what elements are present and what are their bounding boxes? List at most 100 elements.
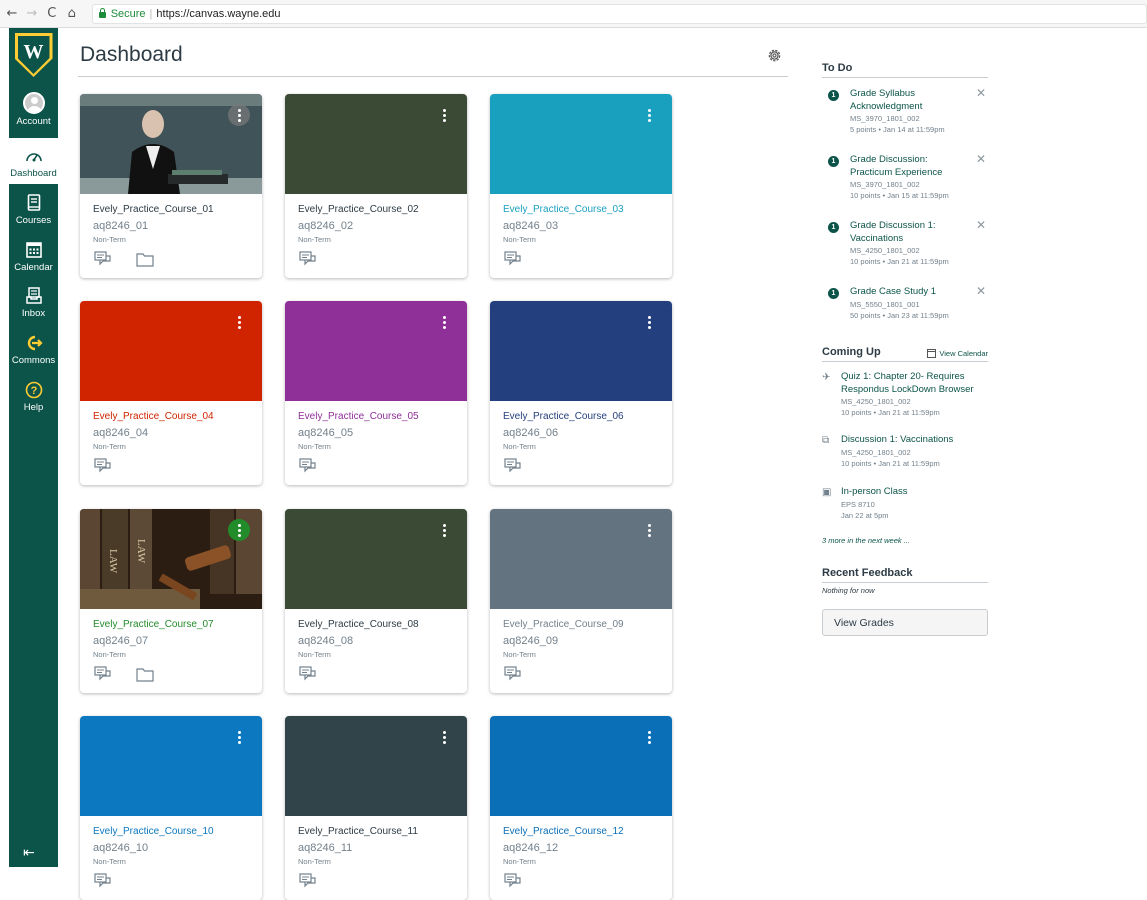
wayne-state-logo[interactable]: W [9,28,58,82]
card-options-icon[interactable] [228,104,250,126]
discussion-icon[interactable] [299,251,317,267]
forward-arrow-icon[interactable]: → [24,6,40,21]
card-options-icon[interactable] [228,311,250,333]
home-icon[interactable]: ⌂ [64,6,80,21]
discussion-icon[interactable] [94,873,112,889]
files-folder-icon[interactable] [136,251,154,267]
dismiss-close-icon[interactable]: ✕ [976,152,986,166]
view-calendar-link[interactable]: View Calendar [927,349,988,358]
course-term: Non-Term [503,857,536,866]
todo-course: MS_5550_1801_001 [850,299,920,309]
course-card[interactable]: Evely_Practice_Course_12 aq8246_12 Non-Ter… [490,716,672,900]
course-card[interactable]: Evely_Practice_Course_11 aq8246_11 Non-Ter… [285,716,467,900]
course-name-link[interactable]: Evely_Practice_Course_07 [93,619,214,630]
coming-up-item-title[interactable]: Quiz 1: Chapter 20- Requires Respondus L… [841,371,988,418]
card-options-icon[interactable] [228,726,250,748]
course-card[interactable]: Evely_Practice_Course_01 aq8246_01 Non-Ter… [80,94,262,278]
gnav-account[interactable]: Account [9,92,58,136]
gnav-label: Calendar [14,262,53,273]
gear-icon[interactable] [766,47,783,64]
discussion-icon[interactable] [94,251,112,267]
address-bar[interactable]: Secure | https://canvas.wayne.edu [91,3,1147,24]
course-name-link[interactable]: Evely_Practice_Course_08 [298,619,419,630]
coming-up-title-text[interactable]: Quiz 1: Chapter 20- Requires Respondus L… [841,371,988,396]
discussion-icon[interactable] [94,458,112,474]
back-arrow-icon[interactable]: ← [4,6,20,21]
course-name-link[interactable]: Evely_Practice_Course_03 [503,204,624,215]
course-card[interactable]: Evely_Practice_Course_09 aq8246_09 Non-Ter… [490,509,672,693]
card-options-icon[interactable] [433,726,455,748]
todo-item-title[interactable]: Grade Case Study 1 MS_5550_1801_001 50 poi… [850,286,960,321]
url-text[interactable]: https://canvas.wayne.edu [156,8,280,20]
discussion-icon[interactable] [504,873,522,889]
course-name-link[interactable]: Evely_Practice_Course_06 [503,411,624,422]
svg-text:?: ? [30,385,37,397]
card-options-icon[interactable] [433,311,455,333]
course-card[interactable]: Evely_Practice_Course_03 aq8246_03 Non-Ter… [490,94,672,278]
discussion-icon[interactable] [504,458,522,474]
todo-item-title[interactable]: Grade Discussion: Practicum Experience MS… [850,154,960,201]
more-upcoming-link[interactable]: 3 more in the next week ... [822,536,910,545]
course-card[interactable]: Evely_Practice_Course_05 aq8246_05 Non-Ter… [285,301,467,485]
logo-shield: W [14,33,53,77]
coming-up-item-title[interactable]: Discussion 1: Vaccinations MS_4250_1801_0… [841,434,988,469]
dismiss-close-icon[interactable]: ✕ [976,284,986,298]
gnav-courses[interactable]: Courses [9,193,58,229]
card-options-icon[interactable] [228,519,250,541]
course-card[interactable]: Evely_Practice_Course_06 aq8246_06 Non-Ter… [490,301,672,485]
coming-up-course: MS_4250_1801_002 [841,397,911,406]
course-name-link[interactable]: Evely_Practice_Course_09 [503,619,624,630]
discussion-icon[interactable] [299,873,317,889]
card-options-icon[interactable] [638,726,660,748]
course-name-link[interactable]: Evely_Practice_Course_02 [298,204,419,215]
todo-item-title[interactable]: Grade Syllabus Acknowledgment MS_3970_180… [850,88,960,135]
course-card[interactable]: LAW LAW Evely_Practice_Course_07 aq8246_07 N… [80,509,262,693]
coming-up-detail: 10 points • Jan 21 at 11:59pm [841,458,940,468]
coming-up-item-title[interactable]: In-person Class EPS 8710 Jan 22 at 5pm [841,486,988,521]
discussion-icon[interactable] [504,666,522,682]
course-term: Non-Term [93,857,126,866]
card-options-icon[interactable] [638,311,660,333]
course-name-link[interactable]: Evely_Practice_Course_11 [298,826,418,837]
course-name-link[interactable]: Evely_Practice_Course_10 [93,826,214,837]
todo-title-text[interactable]: Grade Discussion: Practicum Experience [850,154,960,179]
dismiss-close-icon[interactable]: ✕ [976,218,986,232]
todo-title-text[interactable]: Grade Syllabus Acknowledgment [850,88,960,113]
coming-up-course: MS_4250_1801_002 [841,447,911,457]
view-grades-button[interactable]: View Grades [822,609,988,636]
card-options-icon[interactable] [638,104,660,126]
course-card[interactable]: Evely_Practice_Course_04 aq8246_04 Non-Ter… [80,301,262,485]
card-options-icon[interactable] [638,519,660,541]
reload-icon[interactable]: C [44,6,60,21]
calendar-event-icon: ▣ [822,487,832,498]
todo-title-text[interactable]: Grade Case Study 1 [850,286,960,299]
course-term: Non-Term [503,650,536,659]
coming-up-heading: Coming Up [822,346,881,358]
card-options-icon[interactable] [433,104,455,126]
files-folder-icon[interactable] [136,666,154,682]
course-card[interactable]: Evely_Practice_Course_02 aq8246_02 Non-Ter… [285,94,467,278]
coming-up-title-text[interactable]: In-person Class [841,486,988,499]
discussion-icon[interactable] [504,251,522,267]
discussion-icon[interactable] [299,666,317,682]
course-card[interactable]: Evely_Practice_Course_08 aq8246_08 Non-Ter… [285,509,467,693]
gnav-commons[interactable]: Commons [9,333,58,369]
discussion-icon[interactable] [94,666,112,682]
gnav-label: Inbox [21,308,46,319]
course-name-link[interactable]: Evely_Practice_Course_12 [503,826,624,837]
collapse-nav-icon[interactable]: ⇤ [23,845,35,861]
dismiss-close-icon[interactable]: ✕ [976,86,986,100]
course-name-link[interactable]: Evely_Practice_Course_05 [298,411,419,422]
card-options-icon[interactable] [433,519,455,541]
discussion-icon[interactable] [299,458,317,474]
todo-title-text[interactable]: Grade Discussion 1: Vaccinations [850,220,960,245]
todo-item-title[interactable]: Grade Discussion 1: Vaccinations MS_4250_… [850,220,960,267]
gnav-calendar[interactable]: Calendar [9,240,58,276]
gnav-dashboard[interactable]: Dashboard [9,138,58,184]
course-name-link[interactable]: Evely_Practice_Course_01 [93,204,214,215]
gnav-inbox[interactable]: Inbox [9,286,58,322]
coming-up-title-text[interactable]: Discussion 1: Vaccinations [841,434,988,447]
course-name-link[interactable]: Evely_Practice_Course_04 [93,411,214,422]
course-card[interactable]: Evely_Practice_Course_10 aq8246_10 Non-Ter… [80,716,262,900]
gnav-help[interactable]: ? Help [9,380,58,416]
